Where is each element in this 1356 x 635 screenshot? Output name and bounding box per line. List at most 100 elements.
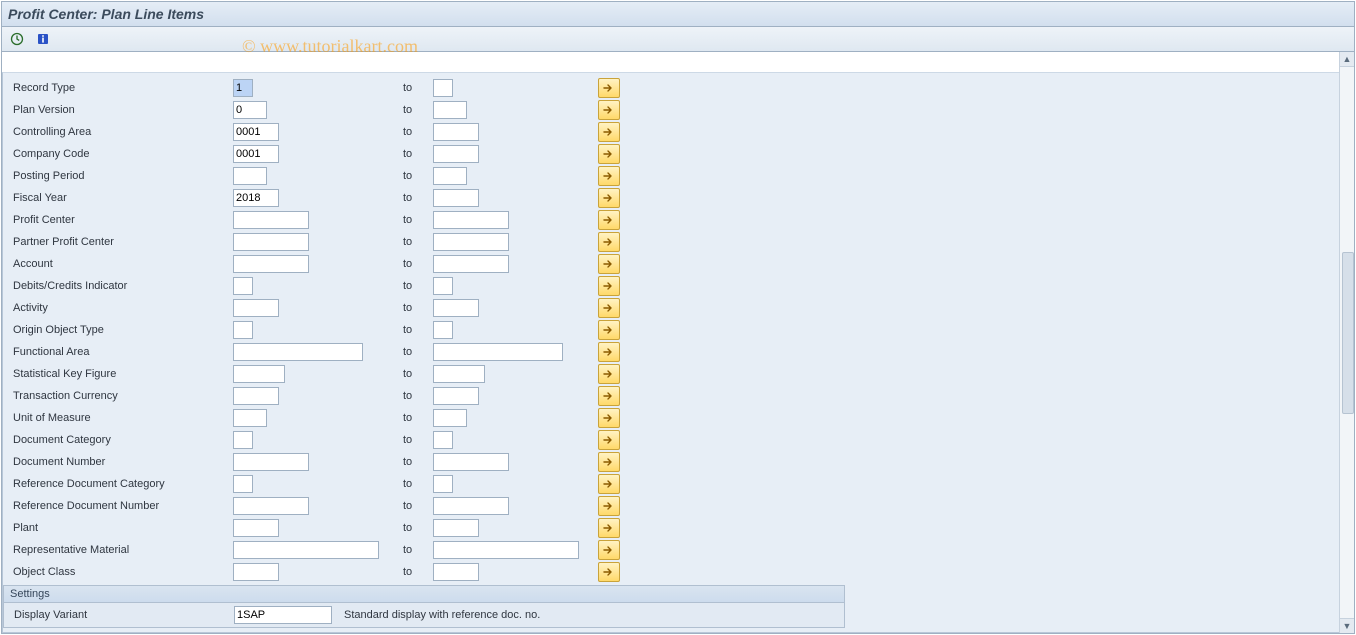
partner-pc-from-input[interactable]: [233, 233, 309, 251]
display-variant-input[interactable]: [234, 606, 332, 624]
ref-doc-number-from-input[interactable]: [233, 497, 309, 515]
doc-category-from-input[interactable]: [233, 431, 253, 449]
page-title-bar: Profit Center: Plan Line Items: [2, 2, 1354, 27]
plan-version-to-input[interactable]: [433, 101, 467, 119]
doc-number-to-input[interactable]: [433, 453, 509, 471]
multiple-selection-button[interactable]: [598, 518, 620, 538]
display-variant-label: Display Variant: [14, 609, 234, 621]
multiple-selection-button[interactable]: [598, 562, 620, 582]
clock-icon: [10, 32, 24, 46]
vertical-scrollbar[interactable]: ▲ ▼: [1339, 52, 1354, 633]
multiple-selection-button[interactable]: [598, 166, 620, 186]
record-type-from-input[interactable]: [233, 79, 253, 97]
ref-doc-category-from-input[interactable]: [233, 475, 253, 493]
company-code-to-input[interactable]: [433, 145, 479, 163]
origin-obj-type-to-input[interactable]: [433, 321, 453, 339]
multiple-selection-button[interactable]: [598, 496, 620, 516]
uom-to-input[interactable]: [433, 409, 467, 427]
doc-category-to-input[interactable]: [433, 431, 453, 449]
multiple-selection-button[interactable]: [598, 144, 620, 164]
uom-from-input[interactable]: [233, 409, 267, 427]
multiple-selection-button[interactable]: [598, 452, 620, 472]
account-from-input[interactable]: [233, 255, 309, 273]
stat-key-figure-to-input[interactable]: [433, 365, 485, 383]
multiple-selection-button[interactable]: [598, 298, 620, 318]
record-type-to-input[interactable]: [433, 79, 453, 97]
arrow-right-icon: [603, 215, 615, 225]
multiple-selection-button[interactable]: [598, 364, 620, 384]
scroll-up-arrow[interactable]: ▲: [1340, 52, 1354, 67]
multiple-selection-button[interactable]: [598, 210, 620, 230]
multiple-selection-button[interactable]: [598, 342, 620, 362]
arrow-right-icon: [603, 171, 615, 181]
execute-button[interactable]: [6, 28, 28, 50]
functional-area-from-input[interactable]: [233, 343, 363, 361]
stat-key-figure-from-input[interactable]: [233, 365, 285, 383]
account-to-input[interactable]: [433, 255, 509, 273]
to-label: to: [403, 346, 433, 358]
arrow-right-icon: [603, 413, 615, 423]
fiscal-year-to-input[interactable]: [433, 189, 479, 207]
scroll-down-arrow[interactable]: ▼: [1340, 618, 1354, 633]
scroll-thumb[interactable]: [1342, 252, 1354, 414]
multiple-selection-button[interactable]: [598, 78, 620, 98]
controlling-area-from-input[interactable]: [233, 123, 279, 141]
object-class-to-input[interactable]: [433, 563, 479, 581]
field-label: Record Type: [13, 82, 233, 94]
controlling-area-to-input[interactable]: [433, 123, 479, 141]
plant-to-input[interactable]: [433, 519, 479, 537]
multiple-selection-button[interactable]: [598, 408, 620, 428]
to-label: to: [403, 368, 433, 380]
multiple-selection-button[interactable]: [598, 254, 620, 274]
selection-row-plan-version: Plan Versionto: [3, 99, 1339, 121]
origin-obj-type-from-input[interactable]: [233, 321, 253, 339]
company-code-from-input[interactable]: [233, 145, 279, 163]
trans-currency-from-input[interactable]: [233, 387, 279, 405]
trans-currency-to-input[interactable]: [433, 387, 479, 405]
arrow-right-icon: [603, 501, 615, 511]
multiple-selection-button[interactable]: [598, 276, 620, 296]
multiple-selection-button[interactable]: [598, 474, 620, 494]
arrow-right-icon: [603, 127, 615, 137]
plant-from-input[interactable]: [233, 519, 279, 537]
functional-area-to-input[interactable]: [433, 343, 563, 361]
field-label: Object Class: [13, 566, 233, 578]
selection-row-partner-pc: Partner Profit Centerto: [3, 231, 1339, 253]
rep-material-from-input[interactable]: [233, 541, 379, 559]
object-class-from-input[interactable]: [233, 563, 279, 581]
profit-center-to-input[interactable]: [433, 211, 509, 229]
profit-center-from-input[interactable]: [233, 211, 309, 229]
posting-period-from-input[interactable]: [233, 167, 267, 185]
fiscal-year-from-input[interactable]: [233, 189, 279, 207]
to-label: to: [403, 434, 433, 446]
field-label: Account: [13, 258, 233, 270]
multiple-selection-button[interactable]: [598, 386, 620, 406]
posting-period-to-input[interactable]: [433, 167, 467, 185]
to-label: to: [403, 170, 433, 182]
ref-doc-category-to-input[interactable]: [433, 475, 453, 493]
arrow-right-icon: [603, 391, 615, 401]
info-button[interactable]: [32, 28, 54, 50]
selection-row-posting-period: Posting Periodto: [3, 165, 1339, 187]
activity-from-input[interactable]: [233, 299, 279, 317]
multiple-selection-button[interactable]: [598, 188, 620, 208]
selection-row-ref-doc-category: Reference Document Categoryto: [3, 473, 1339, 495]
dc-indicator-to-input[interactable]: [433, 277, 453, 295]
ref-doc-number-to-input[interactable]: [433, 497, 509, 515]
arrow-right-icon: [603, 303, 615, 313]
doc-number-from-input[interactable]: [233, 453, 309, 471]
plan-version-from-input[interactable]: [233, 101, 267, 119]
selection-row-dc-indicator: Debits/Credits Indicatorto: [3, 275, 1339, 297]
multiple-selection-button[interactable]: [598, 122, 620, 142]
dc-indicator-from-input[interactable]: [233, 277, 253, 295]
multiple-selection-button[interactable]: [598, 320, 620, 340]
settings-group: SettingsDisplay VariantStandard display …: [3, 585, 845, 628]
activity-to-input[interactable]: [433, 299, 479, 317]
multiple-selection-button[interactable]: [598, 540, 620, 560]
partner-pc-to-input[interactable]: [433, 233, 509, 251]
multiple-selection-button[interactable]: [598, 232, 620, 252]
multiple-selection-button[interactable]: [598, 100, 620, 120]
rep-material-to-input[interactable]: [433, 541, 579, 559]
multiple-selection-button[interactable]: [598, 430, 620, 450]
to-label: to: [403, 126, 433, 138]
